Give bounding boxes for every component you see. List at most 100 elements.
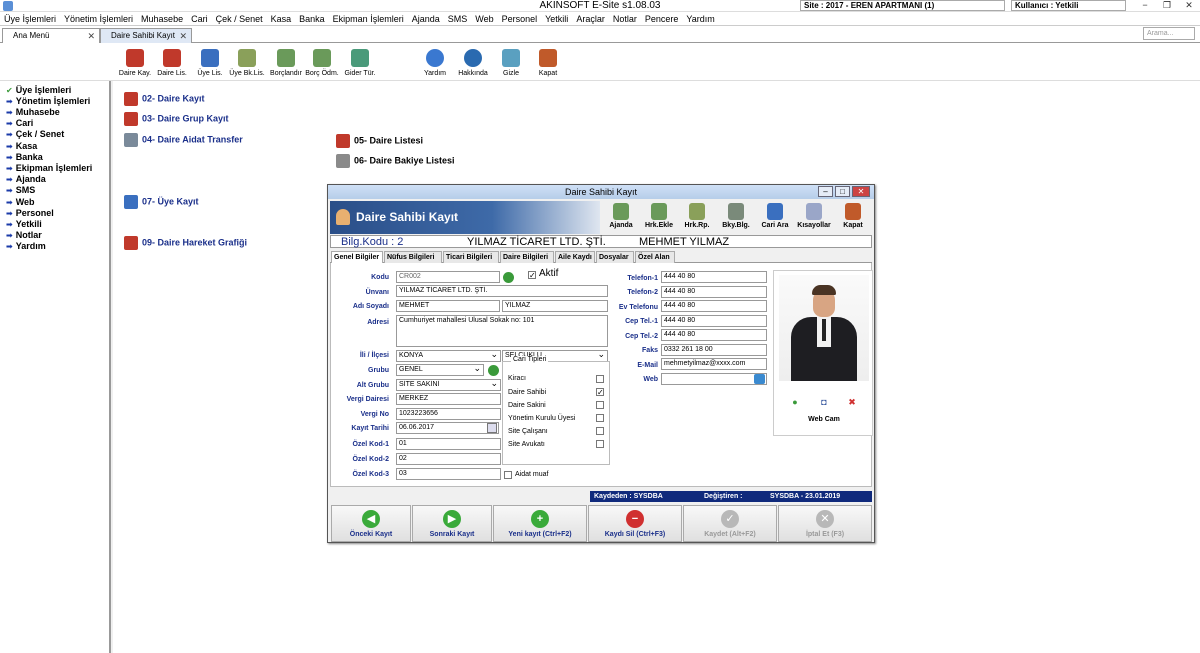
ajanda-button[interactable]: Ajanda [606,203,636,230]
sidebar-item-uye-islemleri[interactable]: ✔ Üye İşlemleri [6,85,71,96]
menu-item[interactable]: Yardım [686,13,714,25]
aidat-muaf-checkbox[interactable] [504,471,512,479]
iptal-et-button[interactable]: ✕ İptal Et (F3) [778,505,872,542]
maximize-icon[interactable]: ❐ [1158,0,1176,10]
tab-ticari-bilgileri[interactable]: Ticari Bilgileri [443,251,499,263]
kaydi-sil-button[interactable]: − Kaydı Sil (Ctrl+F3) [588,505,682,542]
add-photo-icon[interactable]: ● [789,397,801,407]
close-icon[interactable]: ✕ [1180,0,1198,10]
menu-link-daire-listesi[interactable]: 05- Daire Listesi [336,134,423,148]
bakiye-bilgi-button[interactable]: Bky.Blg. [718,203,754,230]
kiraci-checkbox[interactable] [596,375,604,383]
kodu-refresh-icon[interactable] [503,272,514,283]
menu-item[interactable]: Banka [299,13,325,25]
menu-item[interactable]: SMS [448,13,468,25]
menu-item[interactable]: Muhasebe [141,13,183,25]
sidebar-item-yardim[interactable]: ➡ Yardım [6,241,46,252]
dialog-minimize-icon[interactable]: – [818,186,833,197]
site-avukati-checkbox[interactable] [596,440,604,448]
tab-aile-kaydi[interactable]: Aile Kaydı [555,251,595,263]
soyadi-input[interactable]: YILMAZ [502,300,608,312]
sidebar-item-kasa[interactable]: ➡ Kasa [6,141,37,152]
hakkinda-button[interactable]: Hakkında [457,49,489,78]
menu-item[interactable]: Ekipman İşlemleri [333,13,404,25]
kapat-button[interactable]: Kapat [535,49,561,78]
daire-sahibi-checkbox[interactable]: ✓ [596,388,604,397]
menu-item[interactable]: Üye İşlemleri [4,13,56,25]
camera-icon[interactable]: ◘ [818,397,830,407]
kayit-tarihi-input[interactable]: 06.06.2017 [396,422,499,434]
faks-input[interactable]: 0332 261 18 00 [661,344,767,356]
tab-ozel-alan[interactable]: Özel Alan [635,251,675,263]
sonraki-kayit-button[interactable]: ▶ Sonraki Kayıt [412,505,492,542]
telefon-1-input[interactable]: 444 40 80 [661,271,767,283]
menu-item[interactable]: Yetkili [545,13,568,25]
dialog-maximize-icon[interactable]: □ [835,186,850,197]
menu-item[interactable]: Ajanda [412,13,440,25]
calendar-icon[interactable] [487,423,497,433]
borclandir-button[interactable]: Borçlandır [269,49,303,78]
yonetim-kurulu-checkbox[interactable] [596,414,604,422]
sidebar-item-web[interactable]: ➡ Web [6,197,35,208]
user-indicator[interactable]: Kullanıcı : Yetkili [1011,0,1126,11]
vergi-no-input[interactable]: 1023223656 [396,408,501,420]
uye-listesi-button[interactable]: Üye Lis. [195,49,225,78]
ozel-kod-1-input[interactable]: 01 [396,438,501,450]
tab-close-icon[interactable]: ✕ [179,29,187,43]
ozel-kod-2-input[interactable]: 02 [396,453,501,465]
menu-link-bakiye-listesi[interactable]: 06- Daire Bakiye Listesi [336,154,455,168]
kisayollar-button[interactable]: Kısayollar [794,203,834,230]
menu-item[interactable]: Notlar [613,13,637,25]
grubu-add-icon[interactable] [488,365,499,376]
site-calisani-checkbox[interactable] [596,427,604,435]
sidebar-item-ekipman[interactable]: ➡ Ekipman İşlemleri [6,163,92,174]
site-indicator[interactable]: Site : 2017 - EREN APARTMANI (1) [800,0,1005,11]
globe-icon[interactable] [754,374,765,384]
tab-nufus-bilgileri[interactable]: Nüfus Bilgileri [384,251,442,263]
menu-item[interactable]: Kasa [271,13,292,25]
menu-link-aidat-transfer[interactable]: 04- Daire Aidat Transfer [124,133,243,147]
cep-tel-1-input[interactable]: 444 40 80 [661,315,767,327]
tab-dosyalar[interactable]: Dosyalar [596,251,634,263]
dialog-kapat-button[interactable]: Kapat [838,203,868,230]
cari-ara-button[interactable]: Cari Ara [758,203,792,230]
tab-daire-sahibi-kayit[interactable]: Daire Sahibi Kayıt ✕ [100,28,192,43]
telefon-2-input[interactable]: 444 40 80 [661,286,767,298]
sidebar-item-personel[interactable]: ➡ Personel [6,208,54,219]
menu-link-daire-grup-kayit[interactable]: 03- Daire Grup Kayıt [124,112,229,126]
gider-turu-button[interactable]: Gider Tür. [342,49,378,78]
sidebar-item-muhasebe[interactable]: ➡ Muhasebe [6,107,60,118]
ozel-kod-3-input[interactable]: 03 [396,468,501,480]
menu-item[interactable]: Pencere [645,13,679,25]
webcam-button[interactable]: Web Cam [774,416,874,423]
sidebar-item-cari[interactable]: ➡ Cari [6,118,33,129]
sidebar-item-yonetim[interactable]: ➡ Yönetim İşlemleri [6,96,90,107]
menu-item[interactable]: Cari [191,13,208,25]
daire-kayit-button[interactable]: Daire Kay. [118,49,152,78]
aktif-checkbox[interactable]: ✓ [528,271,536,280]
adresi-textarea[interactable]: Cumhuriyet mahallesi Ulusal Sokak no: 10… [396,315,608,347]
menu-link-hareket-grafigi[interactable]: 09- Daire Hareket Grafiği [124,236,247,250]
sidebar-item-ajanda[interactable]: ➡ Ajanda [6,174,46,185]
menu-link-uye-kayit[interactable]: 07- Üye Kayıt [124,195,199,209]
tab-ana-menu[interactable]: Ana Menü ✕ [2,28,100,43]
menu-item[interactable]: Personel [502,13,538,25]
tab-daire-bilgileri[interactable]: Daire Bilgileri [500,251,554,263]
email-input[interactable]: mehmetyilmaz@xxxx.com [661,358,767,370]
unvani-input[interactable]: YILMAZ TİCARET LTD. ŞTİ. [396,285,608,297]
yeni-kayit-button[interactable]: + Yeni kayıt (Ctrl+F2) [493,505,587,542]
minimize-icon[interactable]: − [1136,0,1154,10]
yardim-button[interactable]: Yardım [422,49,448,78]
sidebar-item-sms[interactable]: ➡ SMS [6,185,35,196]
web-input[interactable] [661,373,767,385]
search-input[interactable]: Arama... [1143,27,1195,40]
ev-telefonu-input[interactable]: 444 40 80 [661,300,767,312]
sidebar-item-notlar[interactable]: ➡ Notlar [6,230,42,241]
daire-sakini-checkbox[interactable] [596,401,604,409]
menu-link-daire-kayit[interactable]: 02- Daire Kayıt [124,92,205,106]
sidebar-item-yetkili[interactable]: ➡ Yetkili [6,219,42,230]
onceki-kayit-button[interactable]: ◀ Önceki Kayıt [331,505,411,542]
uye-bakiye-listesi-button[interactable]: Üye Bk.Lis. [229,49,265,78]
gizle-button[interactable]: Gizle [499,49,523,78]
daire-listesi-button[interactable]: Daire Lis. [156,49,188,78]
